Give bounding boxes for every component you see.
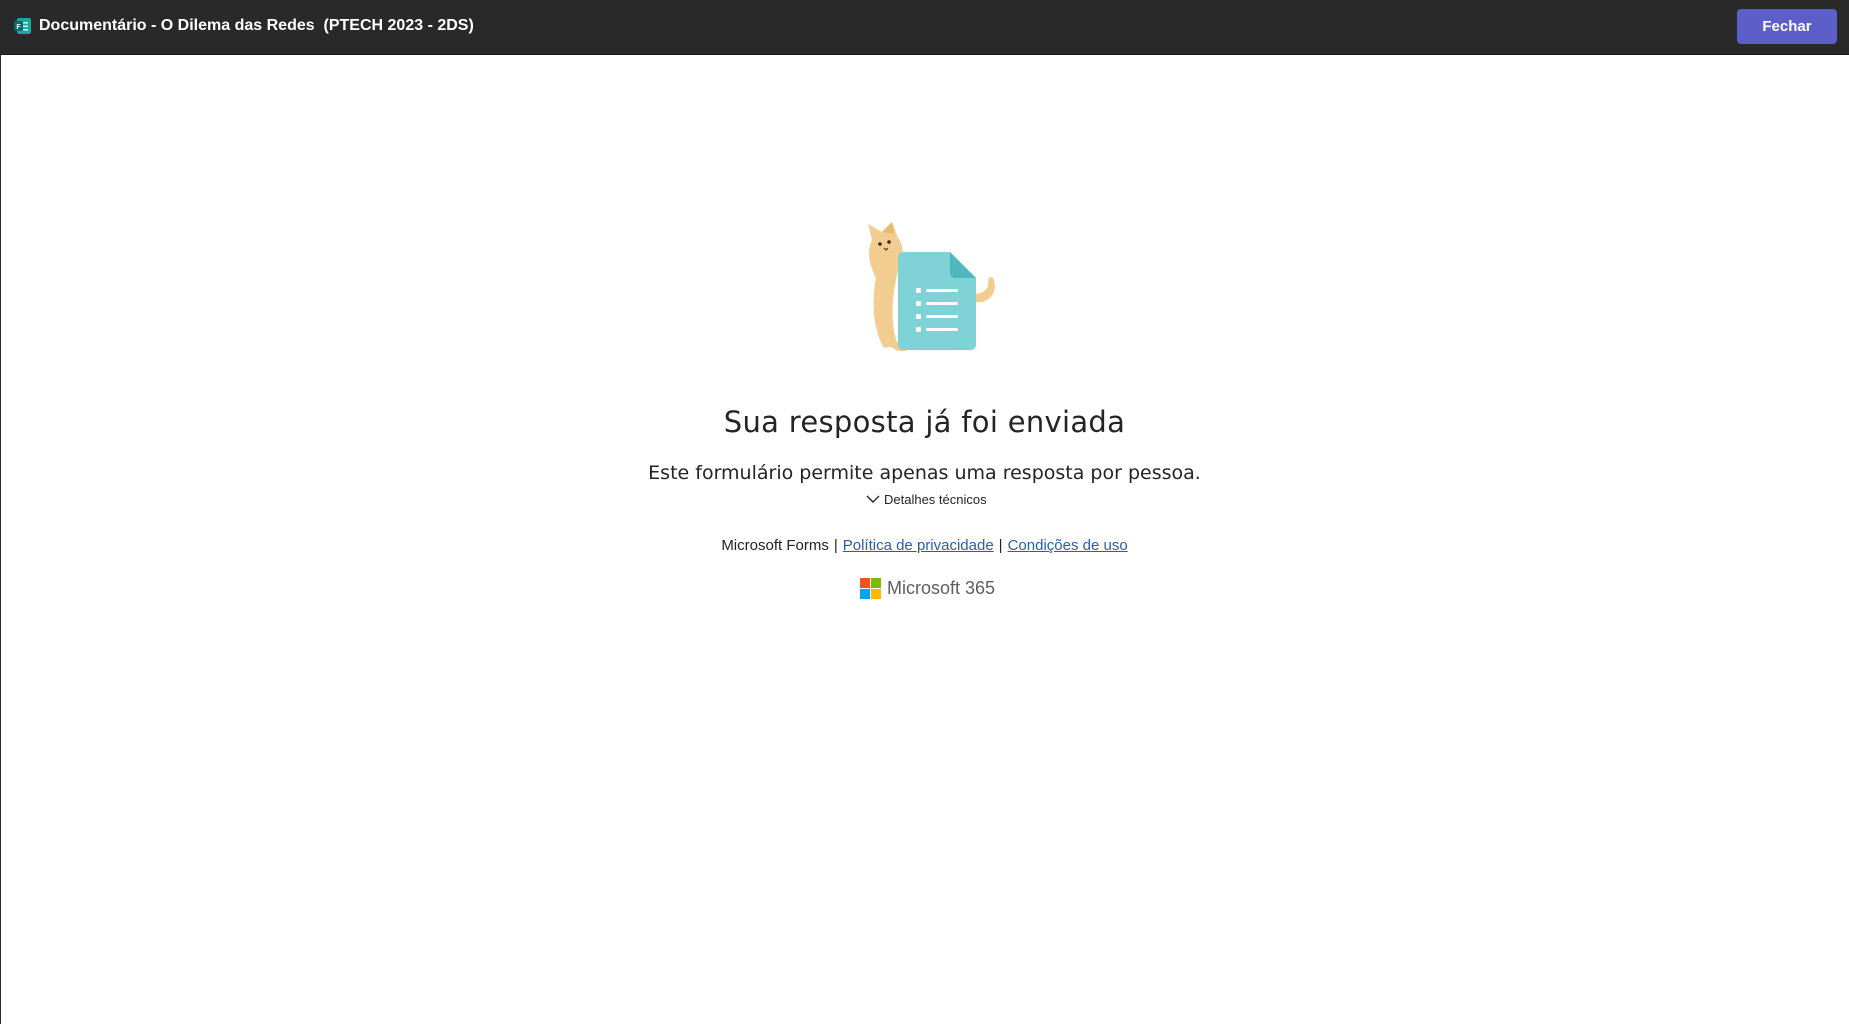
- cat-with-form-illustration: [868, 222, 995, 351]
- status-message: Este formulário permite apenas uma respo…: [648, 462, 1201, 484]
- technical-details-label: Detalhes técnicos: [884, 491, 987, 507]
- window-title: Documentário - O Dilema das Redes (PTECH…: [39, 17, 474, 34]
- close-button[interactable]: Fechar: [1737, 9, 1837, 44]
- page-title: Sua resposta já foi enviada: [723, 405, 1126, 439]
- separator: |: [833, 537, 838, 554]
- microsoft-forms-icon: F: [14, 18, 31, 34]
- title-bar: F Documentário - O Dilema das Redes (PTE…: [0, 0, 1849, 55]
- microsoft-365-label: Microsoft 365: [887, 577, 996, 598]
- chevron-down-icon: [866, 495, 880, 503]
- brand-label: Microsoft Forms: [721, 537, 829, 554]
- technical-details-toggle[interactable]: Detalhes técnicos: [866, 488, 987, 510]
- microsoft-logo-icon: [860, 577, 881, 599]
- microsoft-365-branding: Microsoft 365: [860, 576, 995, 600]
- footer-links: Microsoft Forms | Política de privacidade |…: [0, 535, 1849, 557]
- separator: |: [998, 537, 1003, 554]
- privacy-policy-link[interactable]: Política de privacidade: [843, 537, 994, 554]
- terms-of-use-link[interactable]: Condições de uso: [1008, 537, 1128, 554]
- svg-text:F: F: [16, 24, 21, 31]
